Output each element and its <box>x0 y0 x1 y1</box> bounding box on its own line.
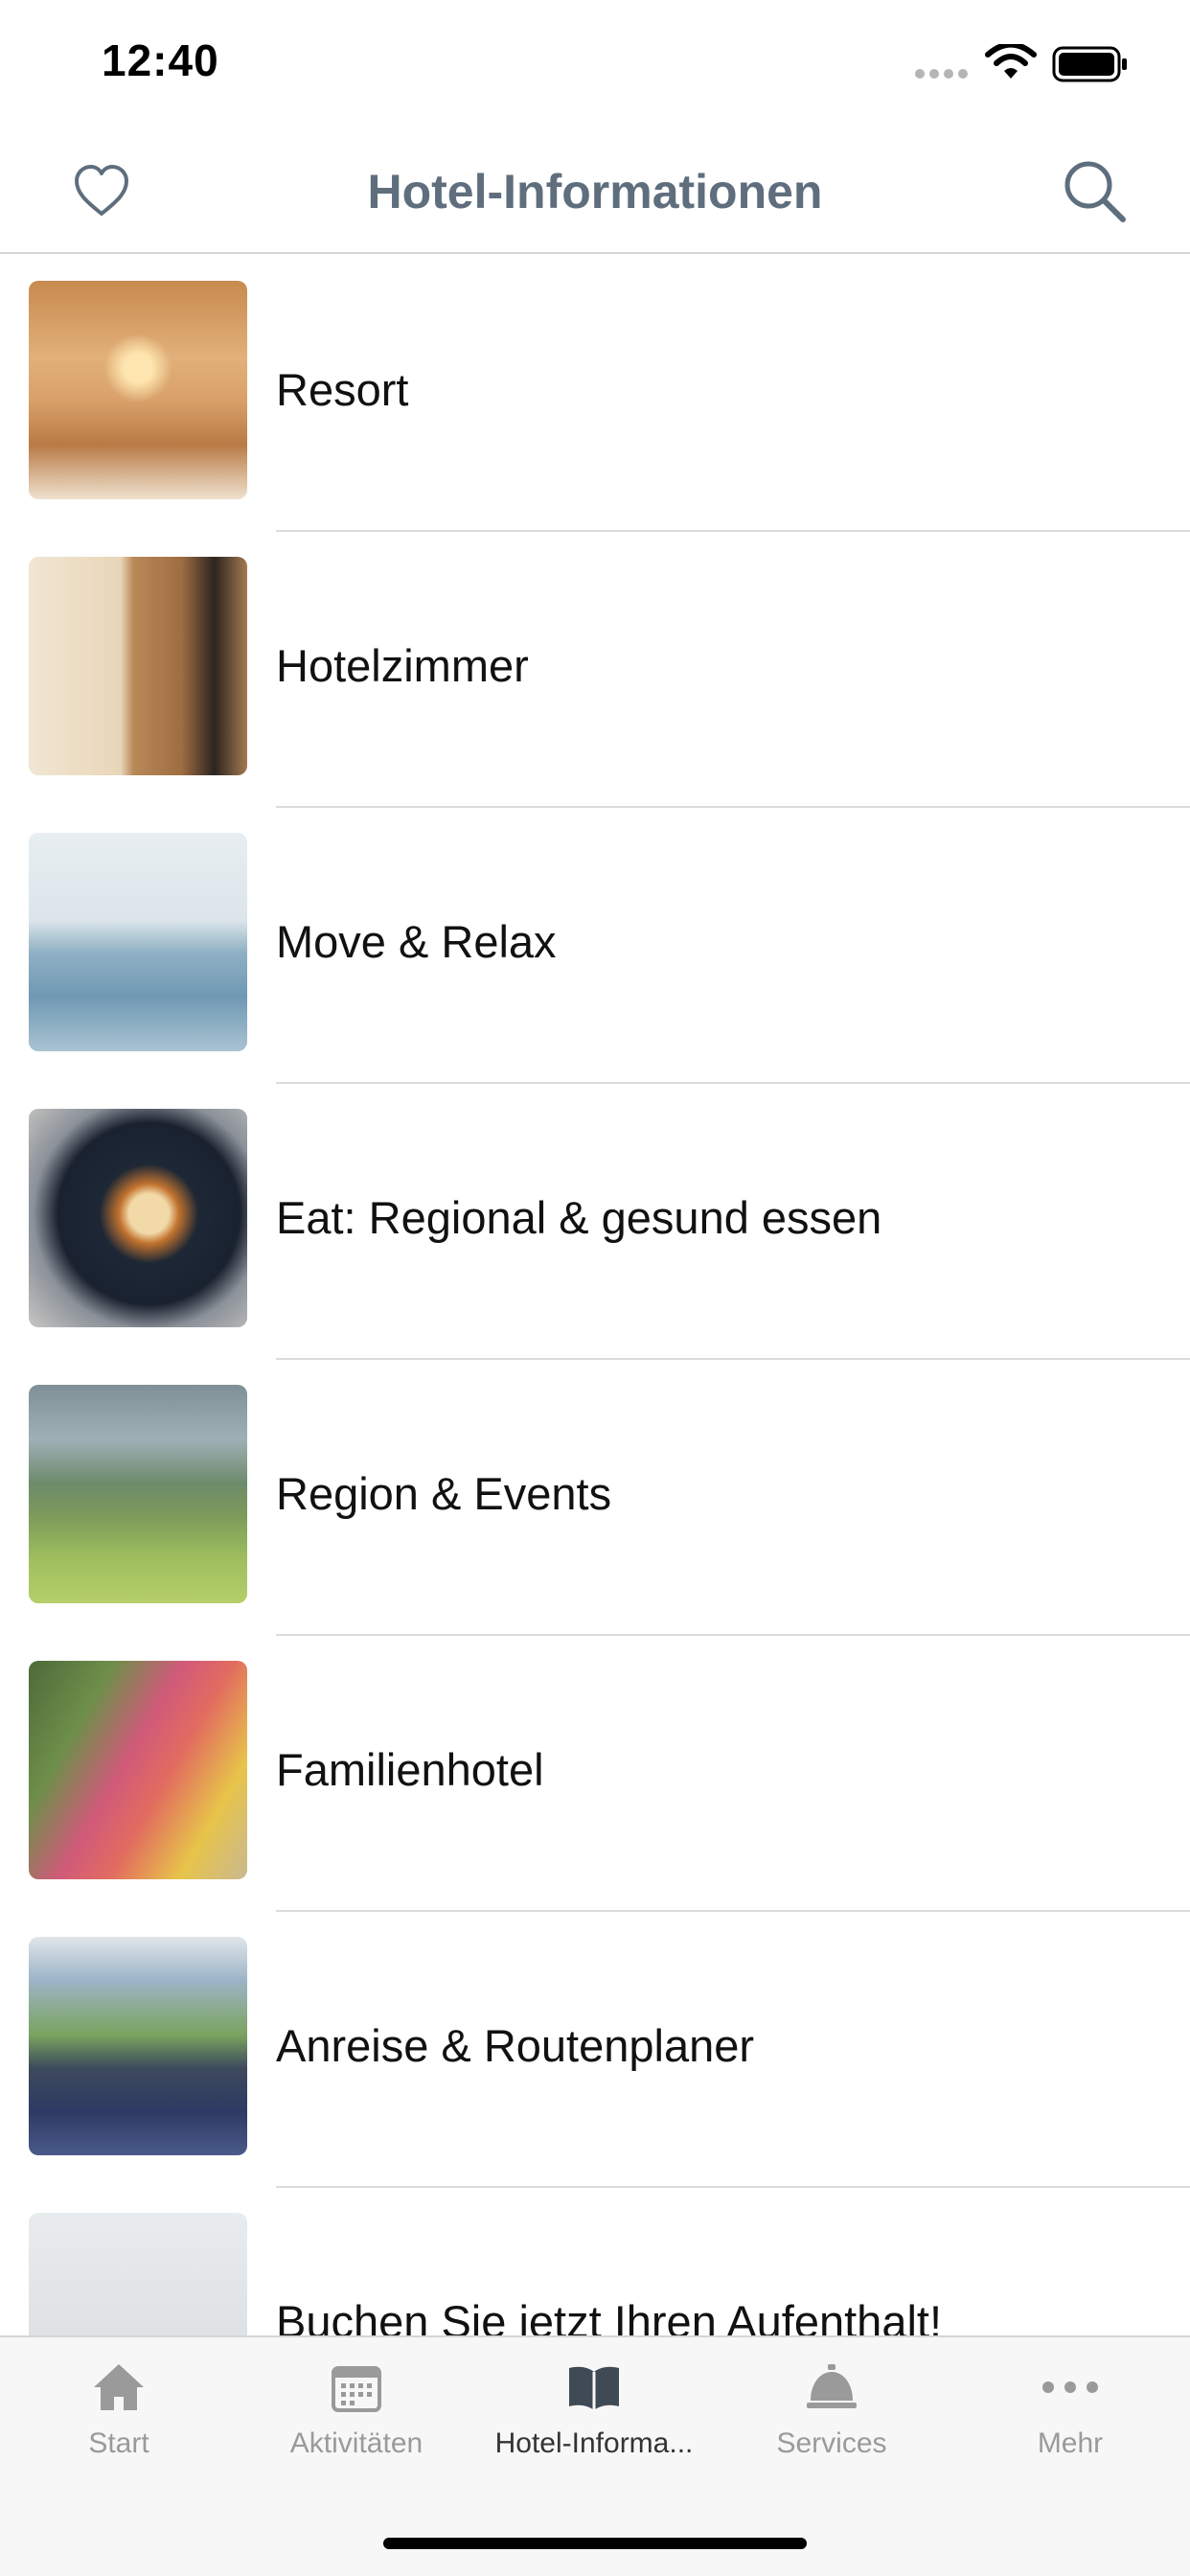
list-item-familienhotel[interactable]: Familienhotel <box>0 1636 1190 1912</box>
list-item-label: Familienhotel <box>276 1744 544 1795</box>
screen: 12:40 Hotel-Informationen Resort Hotelzi… <box>0 0 1190 2576</box>
house-icon <box>94 2364 144 2410</box>
battery-icon <box>1052 46 1127 82</box>
list-item-region-events[interactable]: Region & Events <box>0 1360 1190 1636</box>
list-item-anreise[interactable]: Anreise & Routenplaner <box>0 1912 1190 2188</box>
list-item-label: Anreise & Routenplaner <box>276 2020 755 2071</box>
resort-thumbnail <box>29 281 247 499</box>
anreise-thumbnail <box>29 1937 247 2155</box>
buchen-thumbnail <box>29 2213 247 2335</box>
book-icon <box>569 2366 619 2410</box>
move-relax-thumbnail <box>29 833 247 1051</box>
list-item-label: Eat: Regional & gesund essen <box>276 1192 882 1243</box>
status-bar: 12:40 <box>0 0 1190 129</box>
region-events-thumbnail <box>29 1385 247 1603</box>
eat-thumbnail <box>29 1109 247 1327</box>
list-item-label: Buchen Sie jetzt Ihren Aufenthalt! <box>276 2296 943 2335</box>
tab-services[interactable]: Services <box>713 2358 950 2502</box>
tab-label: Start <box>88 2427 149 2459</box>
hotelzimmer-thumbnail <box>29 557 247 775</box>
page-title: Hotel-Informationen <box>367 165 823 218</box>
more-dots-icon <box>1042 2381 1098 2393</box>
tab-start[interactable]: Start <box>0 2358 238 2502</box>
list-item-label: Hotelzimmer <box>276 640 529 691</box>
search-icon[interactable] <box>1062 158 1129 225</box>
list-item-move-relax[interactable]: Move & Relax <box>0 808 1190 1084</box>
cellular-signal-icon <box>915 69 968 79</box>
tab-hotel-informationen[interactable]: Hotel-Informa... <box>475 2358 713 2502</box>
list-item-label: Move & Relax <box>276 916 557 967</box>
tab-label: Hotel-Informa... <box>494 2427 694 2459</box>
tab-label: Mehr <box>1037 2427 1104 2459</box>
list-item-buchen[interactable]: Buchen Sie jetzt Ihren Aufenthalt! <box>0 2188 1190 2335</box>
list-item-label: Region & Events <box>276 1468 612 1519</box>
hotel-info-list: Resort Hotelzimmer Move & Relax Eat: Reg… <box>0 256 1190 2335</box>
status-time: 12:40 <box>102 35 219 85</box>
list-item-hotelzimmer[interactable]: Hotelzimmer <box>0 532 1190 808</box>
tab-label: Aktivitäten <box>289 2427 423 2459</box>
list-item-resort[interactable]: Resort <box>0 256 1190 532</box>
navigation-bar: Hotel-Informationen <box>0 129 1190 254</box>
list-item-eat[interactable]: Eat: Regional & gesund essen <box>0 1084 1190 1360</box>
tab-mehr[interactable]: Mehr <box>950 2358 1190 2502</box>
list-item-label: Resort <box>276 364 409 415</box>
tab-aktivitaeten[interactable]: Aktivitäten <box>238 2358 475 2502</box>
wifi-icon <box>985 44 1037 79</box>
tab-label: Services <box>776 2427 887 2459</box>
home-indicator[interactable] <box>383 2538 807 2549</box>
service-bell-icon <box>807 2364 857 2408</box>
calendar-icon <box>332 2366 381 2412</box>
familienhotel-thumbnail <box>29 1661 247 1879</box>
